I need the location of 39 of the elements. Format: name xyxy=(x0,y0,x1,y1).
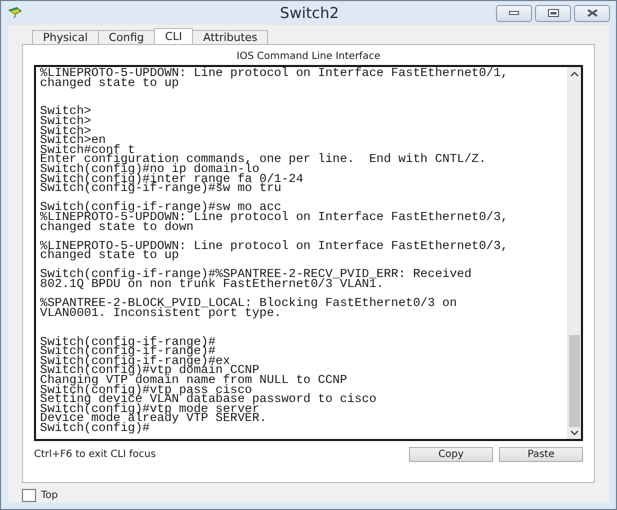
panel-heading: IOS Command Line Interface xyxy=(236,50,382,64)
terminal-line: Switch(config-if-range)#sw mo acc xyxy=(40,203,282,213)
minimize-icon xyxy=(509,11,519,15)
terminal-line: changed state to up xyxy=(40,251,179,261)
scrollbar-thumb[interactable] xyxy=(568,335,580,427)
paste-button[interactable]: Paste xyxy=(499,446,583,462)
tab[interactable]: Attributes xyxy=(192,30,268,44)
scrollbar[interactable] xyxy=(567,67,581,439)
terminal-line: VLAN0001. Inconsistent port type. xyxy=(40,308,282,318)
checkbox-label: Top xyxy=(41,490,58,501)
terminal-line: %LINEPROTO-5-UPDOWN: Line protocol on Interface FastEthernet0/3, xyxy=(40,212,510,222)
app-icon xyxy=(7,6,23,20)
terminal-line: Switch(config)# xyxy=(40,424,150,434)
terminal[interactable] xyxy=(34,65,583,441)
close-button[interactable] xyxy=(574,4,610,22)
terminal-line: Switch(config-if-range)# xyxy=(40,338,217,348)
copy-button[interactable]: Copy xyxy=(409,446,493,462)
tab[interactable]: Config xyxy=(98,30,156,44)
tab[interactable]: CLI xyxy=(154,28,194,44)
maximize-button[interactable] xyxy=(535,4,571,22)
terminal-line: Switch(config-if-range)#%SPANTREE-2-RECV_PVID_ERR: Received xyxy=(40,270,473,280)
minimize-button[interactable] xyxy=(496,4,532,22)
close-icon xyxy=(586,9,598,17)
scroll-down-icon xyxy=(570,430,578,436)
window-title: Switch2 xyxy=(278,4,340,22)
focus-hint: Ctrl+F6 to exit CLI focus xyxy=(34,448,156,460)
terminal-line: Switch(config)#vtp pass cisco xyxy=(40,386,253,396)
tab[interactable]: Physical xyxy=(32,30,99,44)
terminal-line: Switch(config-if-range)# xyxy=(40,347,216,357)
terminal-line: changed state to down xyxy=(40,222,195,232)
terminal-line: Switch(config-if-range)#ex xyxy=(40,356,230,366)
checkbox[interactable] xyxy=(22,489,36,502)
terminal-line: changed state to up xyxy=(40,78,179,88)
terminal-line: 802.1Q BPDU on non trunk FastEthernet0/3 VLAN1. xyxy=(40,280,384,290)
terminal-line: Switch(config-if-range)#sw mo tru xyxy=(40,184,282,194)
terminal-line: %SPANTREE-2-BLOCK_PVID_LOCAL: Blocking FastEthernet0/3 on xyxy=(40,299,458,309)
terminal-line: Switch(config)#inter range fa 0/1-24 xyxy=(40,174,304,184)
scroll-up-icon xyxy=(570,71,578,77)
maximize-icon xyxy=(548,9,558,17)
